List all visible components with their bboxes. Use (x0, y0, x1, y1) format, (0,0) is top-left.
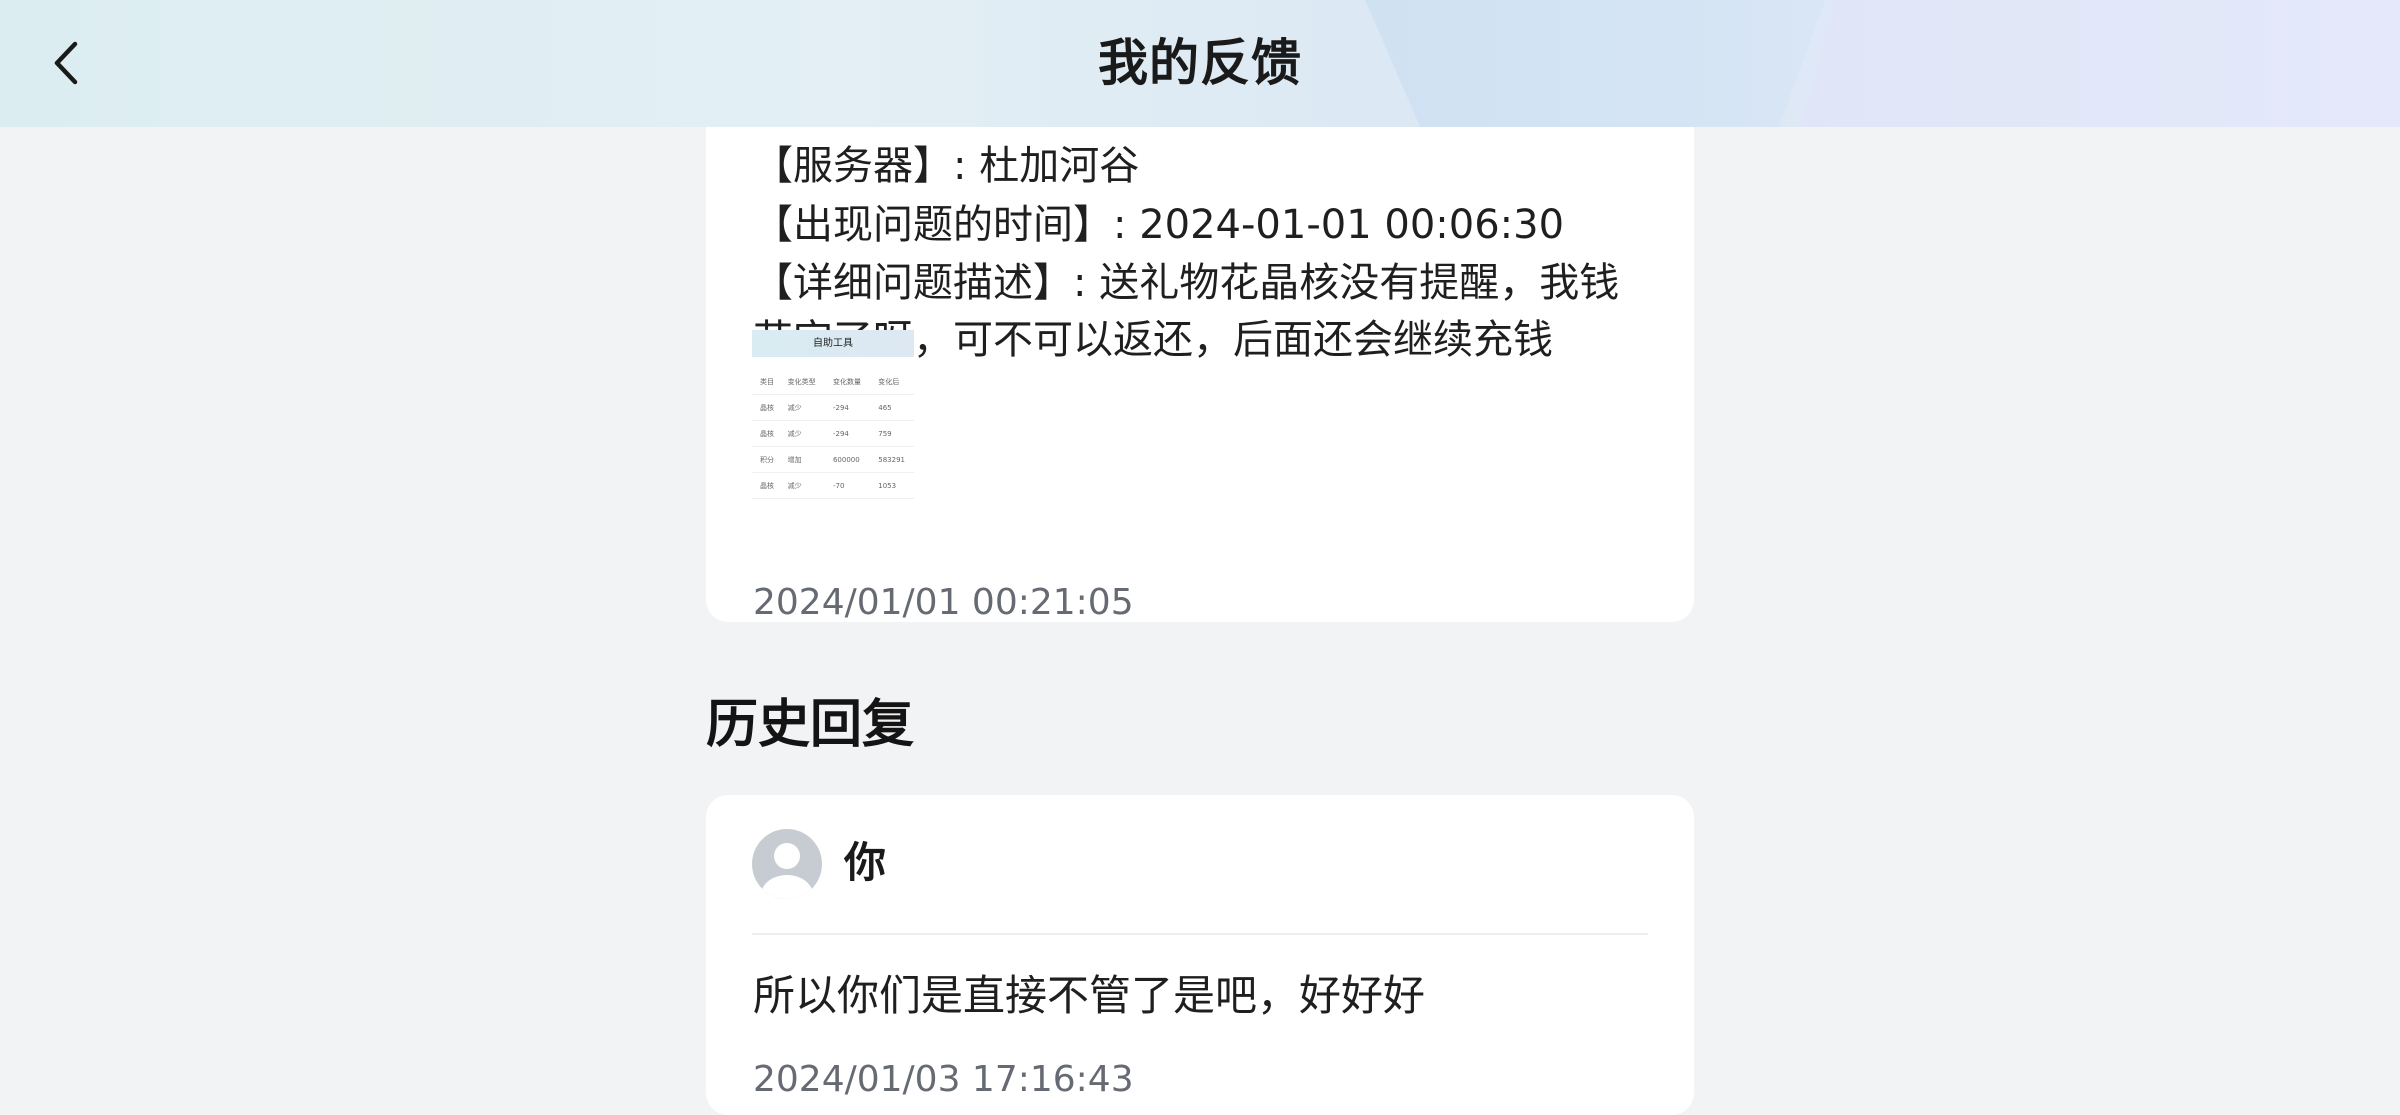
table-cell: 583291 (870, 446, 914, 473)
table-cell: 减少 (779, 472, 825, 499)
attachment-thumbnail[interactable]: 自助工具 类目 变化类型 变化数量 变化后 晶核 减少 -294 465 晶核 … (752, 330, 914, 534)
table-row: 晶核 减少 -294 465 (752, 394, 914, 421)
table-cell: 增加 (779, 446, 825, 473)
feedback-description-line: 【详细问题描述】: 送礼物花晶核没有提醒，我钱 (753, 260, 1620, 306)
table-cell: 晶核 (752, 472, 780, 499)
table-cell: 600000 (824, 446, 871, 473)
table-row: 晶核 减少 -70 1053 (752, 472, 914, 499)
page-title: 我的反馈 (1098, 34, 1302, 92)
table-cell: 1053 (870, 472, 914, 499)
table-cell: -70 (824, 472, 871, 499)
feedback-time-line: 【出现问题的时间】: 2024-01-01 00:06:30 (753, 202, 1565, 248)
reply-text: 所以你们是直接不管了是吧，好好好 (753, 971, 1426, 1020)
table-row: 类目 变化类型 变化数量 变化后 (752, 369, 914, 395)
reply-card: 你 所以你们是直接不管了是吧，好好好 2024/01/03 17:16:43 (706, 795, 1694, 1115)
table-cell: 759 (870, 420, 914, 447)
table-row: 积分 增加 600000 583291 (752, 446, 914, 473)
table-cell: 465 (870, 394, 914, 421)
table-cell: 减少 (779, 394, 825, 421)
user-icon (761, 843, 813, 899)
history-section-title: 历史回复 (706, 695, 915, 755)
header-bar: 我的反馈 (0, 0, 2400, 127)
avatar (752, 829, 822, 899)
table-header-cell: 变化类型 (779, 369, 825, 395)
attachment-title: 自助工具 (752, 330, 914, 357)
reply-author: 你 (844, 838, 887, 887)
divider (752, 933, 1648, 935)
table-cell: 晶核 (752, 420, 780, 447)
table-cell: 减少 (779, 420, 825, 447)
back-button[interactable] (36, 28, 96, 98)
chevron-left-icon (54, 41, 78, 85)
table-header-cell: 变化数量 (824, 369, 871, 395)
table-cell: 晶核 (752, 394, 780, 421)
reply-timestamp: 2024/01/03 17:16:43 (753, 1059, 1134, 1100)
attachment-table: 类目 变化类型 变化数量 变化后 晶核 减少 -294 465 晶核 减少 -2… (752, 369, 914, 499)
table-header-cell: 类目 (752, 369, 780, 395)
table-row: 晶核 减少 -294 759 (752, 420, 914, 447)
table-header-cell: 变化后 (870, 369, 914, 395)
table-cell: 积分 (752, 446, 780, 473)
feedback-card: 【服务器】: 杜加河谷 【出现问题的时间】: 2024-01-01 00:06:… (706, 40, 1694, 623)
feedback-server-line: 【服务器】: 杜加河谷 (753, 143, 1140, 189)
table-cell: -294 (824, 420, 871, 447)
feedback-timestamp: 2024/01/01 00:21:05 (753, 582, 1134, 623)
table-cell: -294 (824, 394, 871, 421)
